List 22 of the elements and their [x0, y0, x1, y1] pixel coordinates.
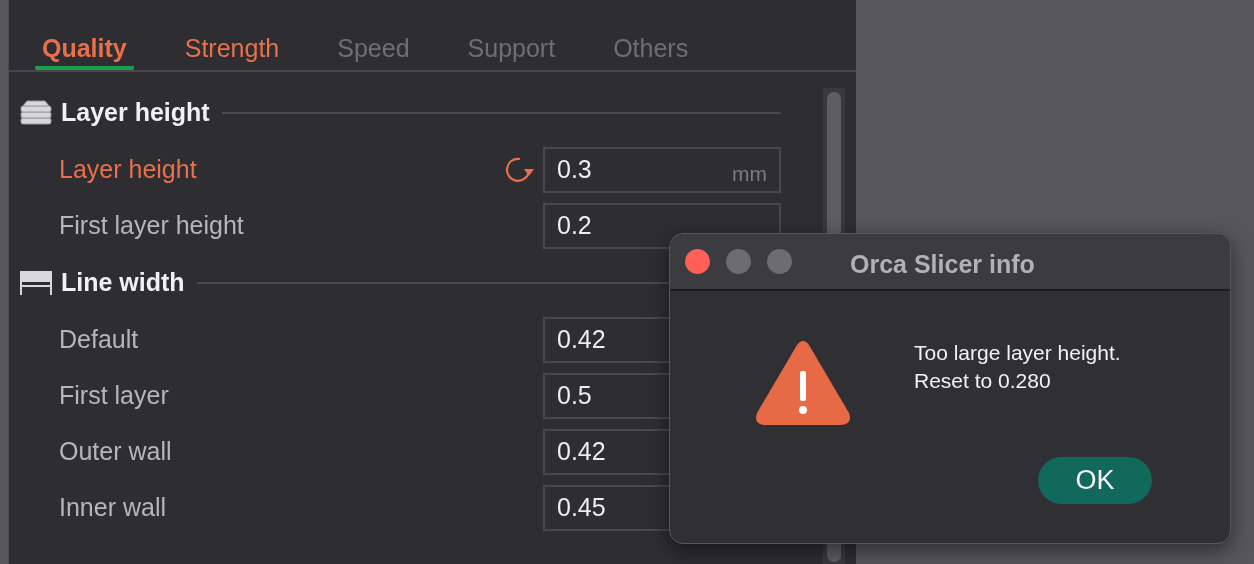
setting-label: Default [59, 324, 140, 356]
tab[interactable]: Quality [35, 30, 134, 70]
section-title: Line width [61, 267, 185, 299]
setting-label: First layer height [59, 210, 245, 242]
setting-label: First layer [59, 380, 170, 412]
unit-label: mm [732, 161, 767, 188]
window-title: Orca Slicer info [850, 249, 1035, 280]
message-text: Reset to 0.280 [914, 368, 1052, 394]
tab[interactable]: Strength [177, 30, 287, 70]
close-button[interactable] [685, 249, 710, 274]
warning-icon [754, 339, 852, 427]
message-text: Too large layer height. [914, 340, 1121, 366]
setting-label: Layer height [59, 154, 198, 186]
minimize-button[interactable] [726, 249, 751, 274]
setting-label: Outer wall [59, 436, 173, 468]
input-field[interactable]: 0.3 mm [543, 147, 781, 193]
layers-icon [19, 99, 53, 127]
zoom-button[interactable] [767, 249, 792, 274]
ok-button[interactable]: OK [1038, 457, 1152, 504]
setting-label: Inner wall [59, 492, 167, 524]
line-width-icon [19, 270, 53, 296]
section-title: Layer height [61, 97, 210, 129]
